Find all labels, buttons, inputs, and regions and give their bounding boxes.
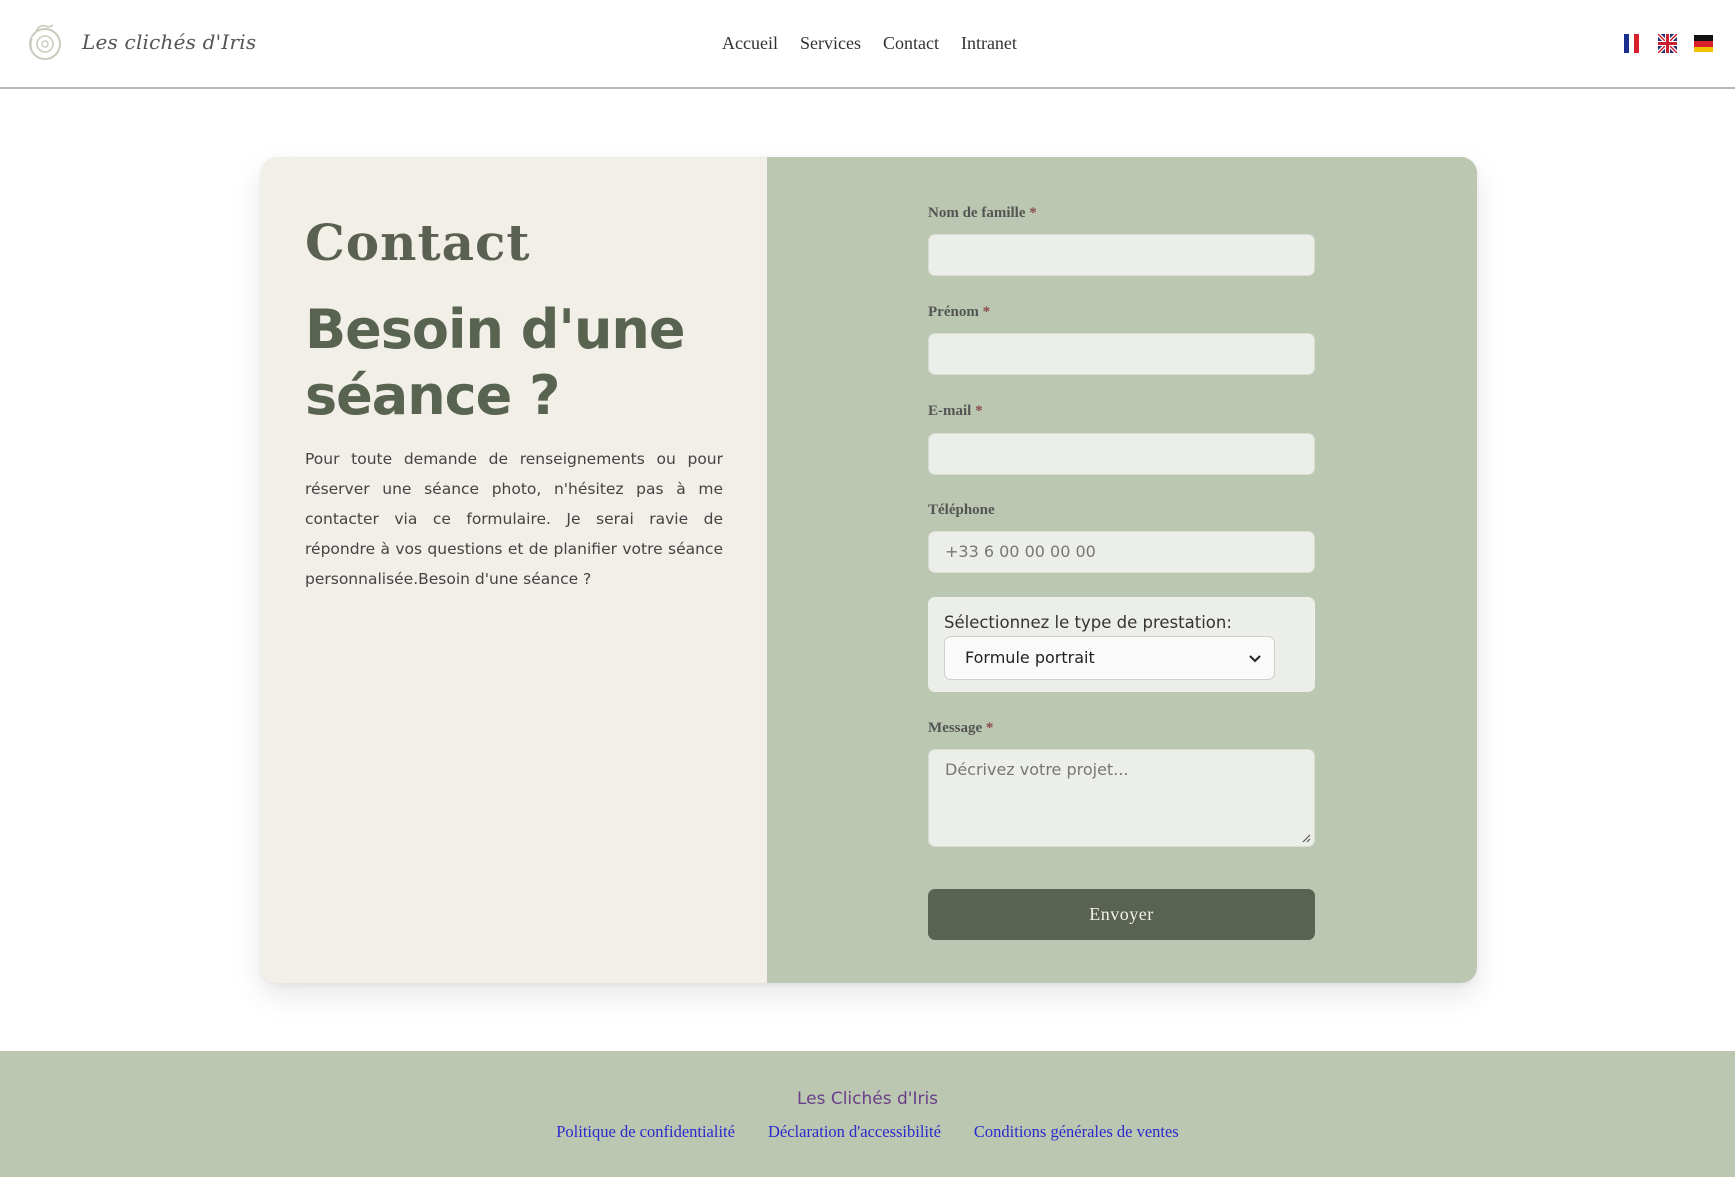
contact-info-panel: Contact Besoin d'une séance ? Pour toute… [261, 157, 767, 983]
message-label: Message * [928, 720, 993, 737]
fr-flag-icon[interactable] [1622, 34, 1641, 53]
uk-flag-icon[interactable] [1658, 34, 1677, 53]
nav-services[interactable]: Services [800, 33, 861, 54]
required-marker: * [975, 403, 983, 419]
terms-link[interactable]: Conditions générales de ventes [974, 1122, 1179, 1142]
headline: Besoin d'une séance ? [305, 298, 685, 427]
service-select-label: Sélectionnez le type de prestation: [944, 613, 1232, 632]
intro-text: Pour toute demande de renseignements ou … [305, 450, 723, 588]
footer-brand: Les Clichés d'Iris [796, 1089, 939, 1109]
required-marker: * [985, 720, 994, 736]
required-marker: * [1029, 205, 1037, 221]
chevron-down-icon [1249, 655, 1261, 663]
firstname-label-text: Prénom [928, 304, 979, 320]
phone-label: Téléphone [928, 502, 995, 518]
lastname-input[interactable] [928, 234, 1315, 276]
email-label-text: E-mail [928, 403, 972, 419]
site-footer: Les Clichés d'Iris Politique de confiden… [0, 1051, 1735, 1177]
nav-intranet[interactable]: Intranet [961, 33, 1017, 54]
nav-contact[interactable]: Contact [883, 33, 939, 54]
footer-links: Politique de confidentialité Déclaration… [0, 1122, 1735, 1142]
email-label: E-mail * [928, 403, 983, 420]
message-label-text: Message [928, 720, 983, 736]
accessibility-link[interactable]: Déclaration d'accessibilité [768, 1122, 941, 1142]
nav-accueil[interactable]: Accueil [722, 33, 778, 54]
privacy-link[interactable]: Politique de confidentialité [556, 1122, 735, 1142]
main-nav: Accueil Services Contact Intranet [722, 33, 1017, 54]
email-input[interactable] [928, 433, 1315, 475]
site-header: Les clichés d'Iris Accueil Services Cont… [0, 0, 1735, 89]
page-title: Contact [305, 213, 531, 272]
firstname-input[interactable] [928, 333, 1315, 375]
required-marker: * [982, 304, 991, 320]
camera-logo-icon [29, 24, 61, 60]
lastname-label-text: Nom de famille [928, 205, 1026, 221]
message-textarea[interactable]: Décrivez votre projet... [928, 749, 1315, 847]
phone-input[interactable]: +33 6 00 00 00 00 [928, 531, 1315, 573]
service-select-group: Sélectionnez le type de prestation: Form… [928, 597, 1315, 692]
de-flag-icon[interactable] [1694, 34, 1713, 53]
service-select[interactable]: Formule portrait [944, 636, 1275, 680]
service-selected-value: Formule portrait [965, 648, 1095, 667]
site-logo[interactable]: Les clichés d'Iris [24, 21, 256, 63]
firstname-label: Prénom * [928, 304, 990, 321]
logo-text: Les clichés d'Iris [82, 30, 257, 54]
language-switcher [1622, 34, 1713, 53]
submit-button[interactable]: Envoyer [928, 889, 1315, 940]
message-placeholder: Décrivez votre projet... [945, 760, 1129, 779]
lastname-label: Nom de famille * [928, 205, 1037, 222]
resize-handle-icon[interactable] [1301, 833, 1311, 843]
